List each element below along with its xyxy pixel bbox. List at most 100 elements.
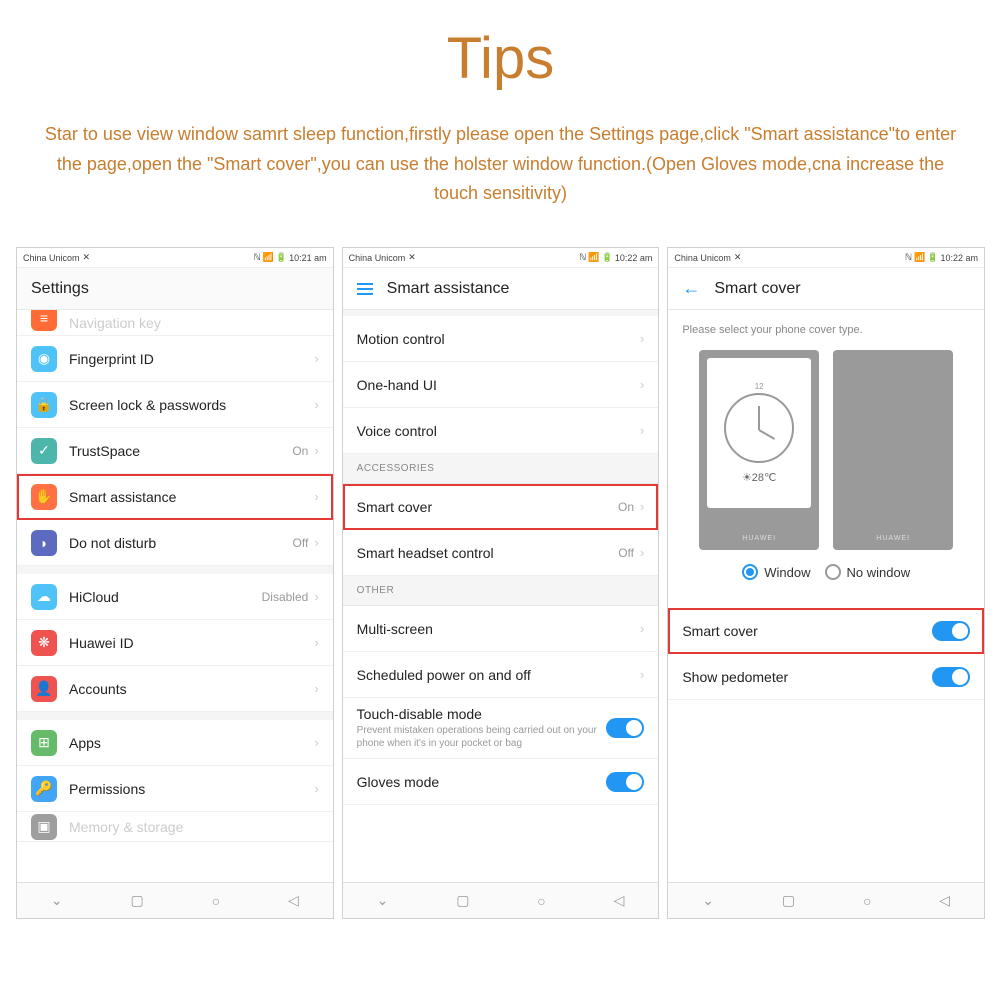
signal-icon: 📶 bbox=[263, 252, 274, 263]
status: Off bbox=[293, 536, 309, 550]
item-label: Show pedometer bbox=[682, 669, 932, 685]
list-item[interactable]: Multi-screen› bbox=[343, 606, 659, 652]
temperature: ☀28℃ bbox=[742, 471, 776, 484]
brand-label: HUAWEI bbox=[833, 535, 953, 542]
list-item[interactable]: ◉ Fingerprint ID› bbox=[17, 336, 333, 382]
item-label: Fingerprint ID bbox=[69, 351, 314, 367]
list-item[interactable]: Touch-disable modePrevent mistaken opera… bbox=[343, 698, 659, 759]
list-item-smart-cover[interactable]: Smart coverOn› bbox=[343, 484, 659, 530]
list-item[interactable]: ▣Memory & storage bbox=[17, 812, 333, 842]
list-item[interactable]: Show pedometer bbox=[668, 654, 984, 700]
radio-icon bbox=[742, 564, 758, 580]
carrier: China Unicom bbox=[349, 253, 406, 263]
recents-icon[interactable]: ▢ bbox=[782, 892, 795, 909]
chevron-right-icon: › bbox=[314, 351, 318, 366]
item-label: Smart headset control bbox=[357, 545, 619, 561]
list-item[interactable]: Smart headset controlOff› bbox=[343, 530, 659, 576]
back-icon[interactable]: ◁ bbox=[614, 892, 625, 909]
back-icon[interactable]: ◁ bbox=[288, 892, 299, 909]
status-bar: China Unicom✕ ℕ📶🔋10:22 am bbox=[668, 248, 984, 268]
battery-icon: 🔋 bbox=[602, 252, 613, 263]
toggle-switch[interactable] bbox=[932, 621, 970, 641]
list-item[interactable]: One-hand UI› bbox=[343, 362, 659, 408]
apps-icon: ⊞ bbox=[31, 730, 57, 756]
nav-bar: ⌄ ▢ ○ ◁ bbox=[668, 882, 984, 918]
chevron-right-icon: › bbox=[314, 681, 318, 696]
home-icon[interactable]: ○ bbox=[863, 893, 871, 909]
fingerprint-icon: ◉ bbox=[31, 346, 57, 372]
list-item[interactable]: Voice control› bbox=[343, 408, 659, 454]
nfc-icon: ℕ bbox=[905, 252, 912, 263]
section-header: OTHER bbox=[343, 576, 659, 606]
key-icon: 🔑 bbox=[31, 776, 57, 802]
chevron-right-icon: › bbox=[314, 535, 318, 550]
section-header: ACCESSORIES bbox=[343, 454, 659, 484]
toggle-switch[interactable] bbox=[932, 667, 970, 687]
screen-title: Settings bbox=[31, 280, 89, 298]
carrier: China Unicom bbox=[23, 253, 80, 263]
menu-icon[interactable] bbox=[357, 283, 373, 295]
list-item-smart-assistance[interactable]: ✋ Smart assistance› bbox=[17, 474, 333, 520]
cover-option-no-window[interactable]: HUAWEI bbox=[833, 350, 953, 550]
back-arrow-icon[interactable]: ← bbox=[682, 278, 700, 299]
chevron-right-icon: › bbox=[640, 331, 644, 346]
battery-icon: 🔋 bbox=[927, 252, 938, 263]
home-icon[interactable]: ○ bbox=[212, 893, 220, 909]
list-item[interactable]: ◗Do not disturbOff› bbox=[17, 520, 333, 566]
list-item-smart-cover-toggle[interactable]: Smart cover bbox=[668, 608, 984, 654]
list-item[interactable]: 🔒Screen lock & passwords› bbox=[17, 382, 333, 428]
chevron-right-icon: › bbox=[314, 635, 318, 650]
chevron-right-icon: › bbox=[314, 489, 318, 504]
page-header: ← Smart cover bbox=[668, 268, 984, 310]
clock: 10:21 am bbox=[289, 253, 327, 263]
list-item[interactable]: ☁HiCloudDisabled› bbox=[17, 574, 333, 620]
item-label: Memory & storage bbox=[69, 819, 319, 835]
list-item[interactable]: ≡ Navigation key bbox=[17, 310, 333, 336]
item-label: Accounts bbox=[69, 681, 314, 697]
cover-option-window[interactable]: 12 ☀28℃ HUAWEI bbox=[699, 350, 819, 550]
recents-icon[interactable]: ▢ bbox=[131, 892, 144, 909]
item-label: Gloves mode bbox=[357, 774, 607, 790]
list-item[interactable]: ❋ Huawei ID› bbox=[17, 620, 333, 666]
radio-window[interactable]: Window bbox=[742, 564, 810, 580]
shield-icon: ✓ bbox=[31, 438, 57, 464]
screenshot-smart-cover: China Unicom✕ ℕ📶🔋10:22 am ← Smart cover … bbox=[667, 247, 985, 919]
chevron-right-icon: › bbox=[314, 781, 318, 796]
radio-no-window[interactable]: No window bbox=[825, 564, 911, 580]
toggle-switch[interactable] bbox=[606, 718, 644, 738]
chevron-down-icon[interactable]: ⌄ bbox=[377, 892, 389, 909]
list-item[interactable]: Gloves mode bbox=[343, 759, 659, 805]
chevron-right-icon: › bbox=[640, 377, 644, 392]
status: On bbox=[618, 500, 634, 514]
item-label: Huawei ID bbox=[69, 635, 314, 651]
toggle-switch[interactable] bbox=[606, 772, 644, 792]
list-item[interactable]: Motion control› bbox=[343, 316, 659, 362]
item-label: Navigation key bbox=[69, 315, 319, 331]
list-item[interactable]: 👤Accounts› bbox=[17, 666, 333, 712]
recents-icon[interactable]: ▢ bbox=[456, 892, 469, 909]
item-label: Scheduled power on and off bbox=[357, 667, 640, 683]
hand-icon: ✋ bbox=[31, 484, 57, 510]
chevron-right-icon: › bbox=[640, 499, 644, 514]
signal-icon: 📶 bbox=[588, 252, 599, 263]
chevron-down-icon[interactable]: ⌄ bbox=[51, 892, 63, 909]
list-item[interactable]: 🔑Permissions› bbox=[17, 766, 333, 812]
huawei-icon: ❋ bbox=[31, 630, 57, 656]
home-icon[interactable]: ○ bbox=[537, 893, 545, 909]
item-label: Smart cover bbox=[682, 623, 932, 639]
cloud-icon: ☁ bbox=[31, 584, 57, 610]
radio-icon bbox=[825, 564, 841, 580]
item-label: Smart assistance bbox=[69, 489, 314, 505]
nav-bar: ⌄ ▢ ○ ◁ bbox=[343, 882, 659, 918]
list-item[interactable]: Scheduled power on and off› bbox=[343, 652, 659, 698]
mute-icon: ✕ bbox=[408, 252, 416, 263]
carrier: China Unicom bbox=[674, 253, 731, 263]
back-icon[interactable]: ◁ bbox=[939, 892, 950, 909]
clock: 10:22 am bbox=[615, 253, 653, 263]
item-label: Multi-screen bbox=[357, 621, 640, 637]
list-item[interactable]: ✓TrustSpaceOn› bbox=[17, 428, 333, 474]
list-item[interactable]: ⊞Apps› bbox=[17, 720, 333, 766]
chevron-down-icon[interactable]: ⌄ bbox=[702, 892, 714, 909]
lock-icon: 🔒 bbox=[31, 392, 57, 418]
chevron-right-icon: › bbox=[640, 621, 644, 636]
